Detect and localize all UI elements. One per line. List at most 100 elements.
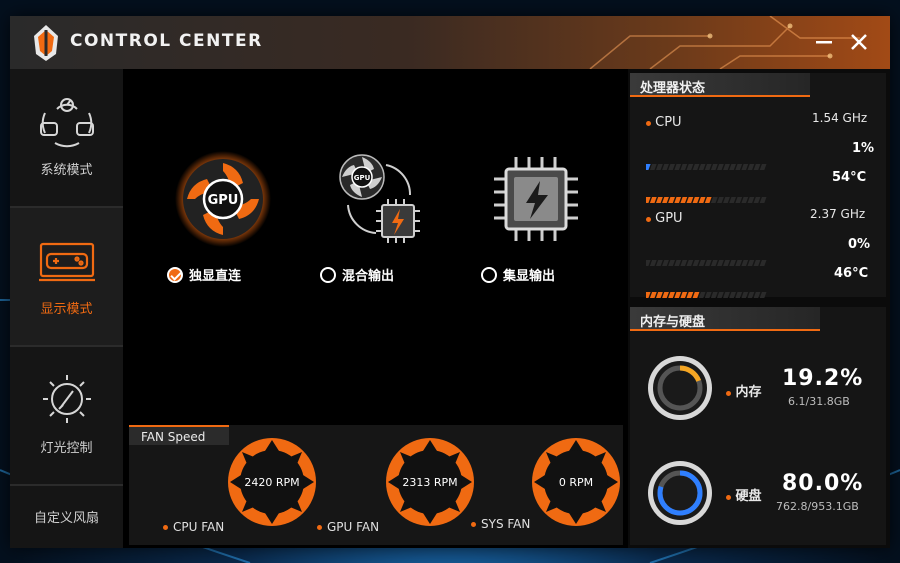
bar-segments [643,197,767,203]
bar-segment-empty [698,164,706,170]
gpu-frequency: 2.37 GHz [810,207,866,221]
bar-segment-empty [649,260,657,266]
bar-segment-empty [753,260,761,266]
bar-segment-empty [710,197,718,203]
bar-segment-empty [704,292,712,298]
bullet-dot-icon [471,521,476,527]
bullet-dot-icon [317,524,322,530]
minimize-button[interactable] [810,28,838,56]
bar-segment-filled [680,197,688,203]
control-center-window: CONTROL CENTER 系统模式 显示模式 灯光控制 自定义风扇 GPU … [10,16,890,548]
bar-segment-empty [723,164,730,170]
bullet-dot-icon [646,121,651,126]
fan-name: CPU FAN [173,520,225,534]
bar-segment-empty [723,197,730,203]
bullet-dot-icon [163,524,168,530]
bar-segment-empty [643,164,651,170]
sidebar-item-light-control[interactable]: 灯光控制 [10,347,123,486]
fan-speed-title: FAN Speed [129,425,229,445]
bar-segment-empty [753,292,761,298]
mode-discrete-gpu[interactable]: GPU 独显直连 [163,149,283,284]
bar-segment-empty [729,164,737,170]
bar-segment-filled [668,197,675,203]
mode-label: 混合输出 [342,269,395,284]
display-gamepad-icon [38,242,95,282]
radio-checked-icon[interactable] [167,266,183,283]
bar-segment-filled [662,197,669,203]
sidebar-item-label: 显示模式 [40,302,93,317]
bar-segment-empty [656,164,663,170]
cpu-name: CPU [655,115,682,130]
gpu-usage-bar [643,251,768,266]
bar-segment-filled [674,197,682,203]
sidebar-item-system-mode[interactable]: 系统模式 [10,69,123,208]
memory-disk-title: 内存与硬盘 [630,307,820,331]
gpu-temperature: 46°C [834,266,869,281]
bar-segment-empty [680,260,688,266]
gpu-text: GPU [208,193,239,208]
radio-unchecked-icon[interactable] [320,266,336,283]
fan-label: CPU FAN [163,520,224,534]
sidebar-item-display-mode[interactable]: 显示模式 [10,208,123,347]
status-panel: 处理器状态 CPU 1.54 GHz 1% 54°C GPU 2.37 GHz … [628,69,890,548]
disk-percent: 80.0% [782,471,864,496]
fan-name: SYS FAN [481,517,531,531]
fan-name: GPU FAN [327,520,380,534]
gamepad-speed-icon [39,98,94,148]
bar-segment-empty [674,260,682,266]
sidebar-item-custom-fan[interactable]: 自定义风扇 [10,486,123,546]
bar-segment-empty [729,197,737,203]
cpu-usage-bar [643,155,768,170]
bar-segment-empty [662,260,669,266]
bar-segment-empty [680,164,688,170]
bar-segment-empty [741,260,749,266]
bullet-dot-icon [646,217,651,222]
processor-status-title: 处理器状态 [630,73,810,97]
bar-segment-empty [717,260,724,266]
bar-segment-empty [753,164,761,170]
bar-segment-empty [747,292,755,298]
radio-option[interactable]: 集显输出 [481,265,555,284]
bar-segment-empty [704,164,712,170]
bar-segment-filled [686,292,694,298]
fan-speed-panel: FAN Speed 2420 RPM CPU FAN 2313 RPM GPU … [129,425,623,545]
gpu-temp-bar [643,283,768,298]
bar-segment-empty [747,260,755,266]
sidebar-item-label: 自定义风扇 [33,510,99,526]
radio-unchecked-icon[interactable] [481,266,497,283]
close-button[interactable] [845,28,873,56]
title-bar: CONTROL CENTER [10,16,890,69]
sys-fan-gauge: 0 RPM [531,437,621,527]
bar-segment-empty [741,292,749,298]
sidebar: 系统模式 显示模式 灯光控制 自定义风扇 [10,69,123,548]
mode-integrated-output[interactable]: 集显输出 [476,149,596,284]
bar-segment-empty [759,197,767,203]
gpu-fan-icon: GPU [175,151,271,247]
bar-segment-empty [741,164,749,170]
mode-label: 集显输出 [503,269,556,284]
bar-segment-filled [704,197,712,203]
cpu-frequency: 1.54 GHz [812,111,868,125]
bar-segment-empty [698,292,706,298]
bullet-dot-icon [726,495,731,500]
integrated-chip-icon [494,157,578,241]
memory-percent: 19.2% [782,366,864,391]
radio-option[interactable]: 混合输出 [320,265,394,284]
cpu-temp-bar [643,188,768,203]
display-mode-panel: GPU 独显直连 GPU 混合输出 集显输出 FAN Speed 2420 RP… [123,69,628,548]
gpu-text: GPU [354,174,371,182]
helmet-logo-icon [34,25,58,61]
sidebar-item-label: 系统模式 [40,163,93,178]
memory-detail: 6.1/31.8GB [788,395,850,408]
bar-segment-empty [649,164,657,170]
bar-segment-empty [717,164,724,170]
bar-segment-empty [643,260,651,266]
mode-hybrid-output[interactable]: GPU 混合输出 [318,149,438,284]
bar-segment-empty [656,260,663,266]
bar-segment-filled [680,292,688,298]
mode-label: 独显直连 [189,269,242,284]
radio-option[interactable]: 独显直连 [167,265,241,284]
bar-segment-filled [649,197,657,203]
bar-segment-empty [729,260,737,266]
bar-segment-filled [686,197,694,203]
